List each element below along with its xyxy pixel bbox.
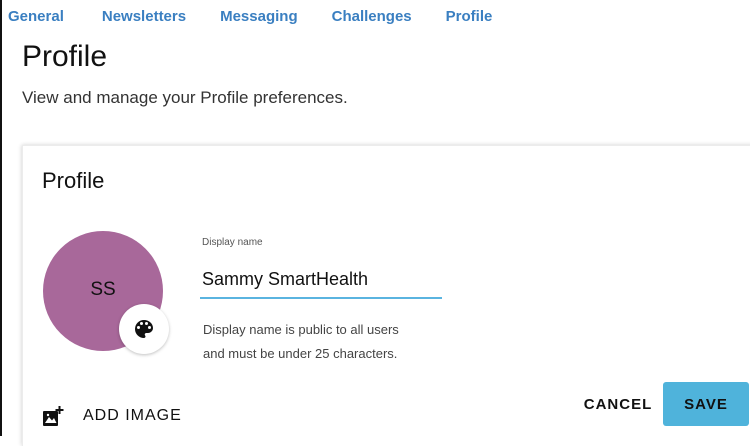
page-title: Profile xyxy=(22,40,108,73)
helper-line-2: and must be under 25 characters. xyxy=(203,346,398,361)
display-name-label: Display name xyxy=(202,237,263,248)
avatar-initials: SS xyxy=(90,279,116,300)
display-name-helper: Display name is public to all users and … xyxy=(203,318,463,366)
tab-challenges[interactable]: Challenges xyxy=(332,8,412,30)
add-image-button[interactable]: ADD IMAGE xyxy=(41,401,182,431)
helper-line-1: Display name is public to all users xyxy=(203,322,399,337)
display-name-input[interactable] xyxy=(200,265,442,299)
window-edge xyxy=(0,0,2,436)
tab-newsletters[interactable]: Newsletters xyxy=(102,8,186,30)
top-nav: General Newsletters Messaging Challenges… xyxy=(8,8,526,30)
page-subtitle: View and manage your Profile preferences… xyxy=(22,88,348,107)
palette-icon xyxy=(135,320,153,338)
cancel-button[interactable]: CANCEL xyxy=(578,384,658,424)
add-image-label: ADD IMAGE xyxy=(83,407,182,424)
tab-messaging[interactable]: Messaging xyxy=(220,8,298,30)
add-photo-icon xyxy=(43,406,64,426)
tab-profile[interactable]: Profile xyxy=(446,8,493,30)
avatar-color-button[interactable] xyxy=(119,304,169,354)
profile-card: Profile SS Display name Display name is … xyxy=(22,145,750,446)
card-title: Profile xyxy=(42,168,105,193)
tab-general[interactable]: General xyxy=(8,8,64,30)
save-button[interactable]: SAVE xyxy=(663,382,749,426)
